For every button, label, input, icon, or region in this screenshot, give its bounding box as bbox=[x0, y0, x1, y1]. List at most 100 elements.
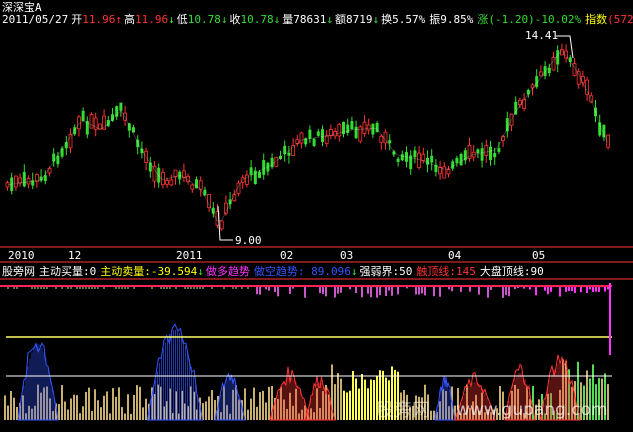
low-value: 10.78 bbox=[187, 13, 221, 26]
volume-bar bbox=[118, 387, 120, 420]
candle bbox=[400, 154, 404, 161]
volume-bar bbox=[268, 386, 270, 420]
close-label: 收 bbox=[229, 13, 241, 26]
volume-bar bbox=[4, 395, 6, 420]
trend-bar bbox=[325, 286, 327, 297]
volume-bar bbox=[349, 390, 351, 420]
candle bbox=[379, 135, 384, 143]
trend-bar bbox=[319, 286, 321, 294]
volume-bar bbox=[115, 396, 117, 420]
volume-bar bbox=[103, 395, 105, 420]
change-value: (-1.20)-10.02% bbox=[488, 13, 582, 26]
candle bbox=[480, 148, 484, 161]
quote-date: 2011/05/27 bbox=[2, 13, 69, 26]
amount-value: 8719 bbox=[345, 13, 373, 26]
trend-bar bbox=[256, 286, 258, 295]
candle bbox=[455, 157, 459, 163]
volume-bar bbox=[145, 398, 147, 420]
candle bbox=[262, 160, 266, 175]
volume-bar bbox=[16, 406, 18, 420]
amount-label: 额 bbox=[334, 13, 346, 26]
quote-info-bar: 2011/05/27 开11.96↑ 高11.96↓ 低10.78↓ 收10.78↓ 量7… bbox=[2, 13, 633, 27]
candle bbox=[299, 132, 304, 144]
volume-bar bbox=[64, 401, 66, 420]
volume-bar bbox=[97, 400, 99, 420]
trend-bar bbox=[508, 286, 510, 297]
arrow-down-icon: ↓ bbox=[372, 13, 380, 26]
arrow-down-icon: ↓ bbox=[350, 265, 358, 278]
volume-bar bbox=[82, 406, 84, 420]
trend-bar bbox=[433, 286, 435, 297]
high-value: 11.96 bbox=[134, 13, 169, 26]
arrow-down-icon: ↓ bbox=[273, 13, 281, 26]
volume-bar bbox=[76, 395, 78, 420]
volume-bar bbox=[430, 410, 432, 420]
open-value: 11.96 bbox=[82, 13, 116, 26]
candle bbox=[26, 178, 31, 185]
volume-bar bbox=[58, 404, 60, 420]
volume-bar bbox=[262, 390, 264, 420]
candle bbox=[346, 124, 350, 133]
amplitude-value: 9.85% bbox=[440, 13, 474, 26]
trend-bar bbox=[277, 286, 279, 297]
candle bbox=[417, 152, 422, 169]
chart-canvas[interactable] bbox=[0, 0, 633, 432]
low-label: 低 bbox=[176, 13, 188, 26]
indicator-name[interactable]: 股旁网 bbox=[2, 265, 35, 278]
trend-bar bbox=[355, 286, 357, 293]
trend-bar bbox=[505, 286, 507, 295]
bear-area bbox=[214, 372, 246, 421]
date-tick-12: 12 bbox=[68, 249, 82, 262]
candle bbox=[165, 180, 170, 185]
candle bbox=[287, 152, 291, 156]
arrow-down-icon: ↓ bbox=[197, 265, 204, 278]
volume-bar bbox=[373, 379, 375, 420]
trend-bar bbox=[439, 286, 441, 297]
volume-bar bbox=[343, 390, 345, 420]
candle bbox=[489, 146, 492, 161]
candle bbox=[438, 166, 443, 175]
volume-bar bbox=[352, 370, 354, 420]
candle bbox=[459, 154, 463, 166]
price-candles bbox=[5, 43, 610, 231]
change-label: 涨 bbox=[477, 13, 489, 26]
trend-bar bbox=[415, 286, 417, 295]
volume-bar bbox=[130, 413, 132, 420]
volume-bar bbox=[367, 388, 369, 420]
ma-line bbox=[7, 49, 609, 222]
volume-bar bbox=[346, 392, 348, 420]
index-label[interactable]: 指数 bbox=[585, 13, 607, 26]
candle bbox=[396, 158, 400, 162]
trend-bar bbox=[586, 286, 588, 294]
volume-bar bbox=[247, 409, 249, 420]
trend-bar bbox=[370, 286, 372, 298]
volume-bar bbox=[88, 387, 90, 420]
volume-bar bbox=[259, 392, 261, 420]
candle bbox=[371, 123, 375, 135]
candle bbox=[89, 113, 94, 129]
high-label: 高 bbox=[123, 13, 135, 26]
volume-bar bbox=[106, 391, 108, 420]
candle bbox=[308, 129, 312, 139]
close-value: 10.78 bbox=[240, 13, 274, 26]
trend-bar bbox=[547, 286, 549, 295]
candle bbox=[350, 121, 354, 130]
candle bbox=[312, 138, 316, 146]
candle bbox=[556, 50, 560, 65]
volume-bar bbox=[256, 406, 258, 420]
volume-bar bbox=[334, 384, 336, 420]
candle bbox=[366, 124, 371, 131]
volume-bar bbox=[250, 398, 252, 420]
volume-bar bbox=[70, 398, 72, 420]
trend-bar bbox=[367, 286, 369, 294]
candle bbox=[426, 157, 429, 165]
index-value: (572 bbox=[607, 13, 633, 26]
active-buy-label: 主动买量:0 bbox=[39, 265, 97, 278]
trend-bar bbox=[559, 286, 561, 297]
trend-bar bbox=[361, 286, 363, 298]
volume-bar bbox=[253, 387, 255, 420]
candle bbox=[585, 79, 589, 95]
volume-bar bbox=[100, 407, 102, 420]
volume-bar bbox=[7, 405, 9, 420]
market-top-line-label: 大盘顶线:90 bbox=[479, 265, 544, 278]
